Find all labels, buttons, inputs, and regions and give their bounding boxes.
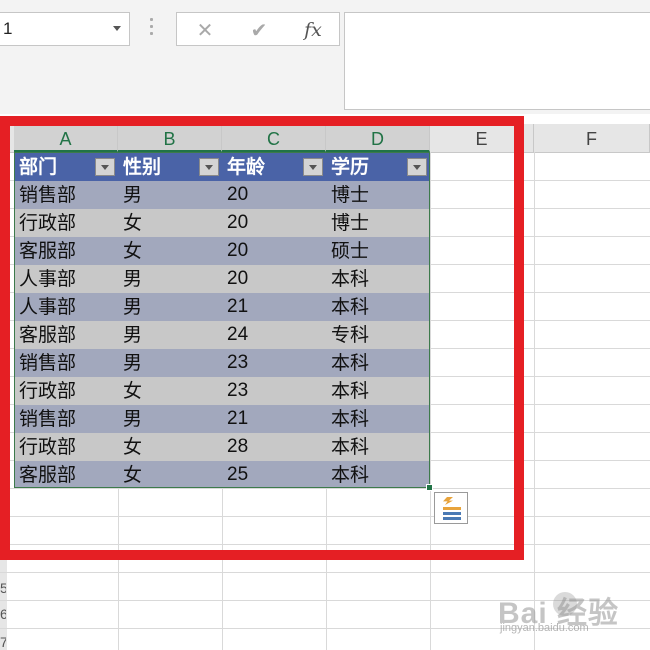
excel-window: 1 ✕ ✔ fx A B C D E F 5 6 7 8 部门 性别 — [0, 0, 650, 650]
row-number[interactable]: 5 — [0, 574, 6, 602]
column-header-f[interactable]: F — [534, 124, 650, 152]
row-number[interactable]: 6 — [0, 600, 6, 628]
chevron-down-icon[interactable] — [113, 26, 121, 31]
name-box-value: 1 — [3, 19, 13, 38]
formula-buttons: ✕ ✔ fx — [176, 12, 340, 46]
insert-function-button[interactable]: fx — [293, 13, 333, 47]
formula-input[interactable] — [344, 12, 650, 110]
watermark: Bai 经验 jingyan.baidu.com — [498, 588, 648, 638]
row-number[interactable]: 7 — [0, 628, 6, 650]
name-box[interactable]: 1 — [0, 12, 130, 46]
drag-handle-icon[interactable] — [150, 18, 154, 38]
annotation-highlight-box — [0, 116, 524, 560]
checkmark-icon[interactable]: ✔ — [239, 13, 279, 47]
cancel-icon[interactable]: ✕ — [185, 13, 225, 47]
watermark-url: jingyan.baidu.com — [500, 622, 589, 634]
